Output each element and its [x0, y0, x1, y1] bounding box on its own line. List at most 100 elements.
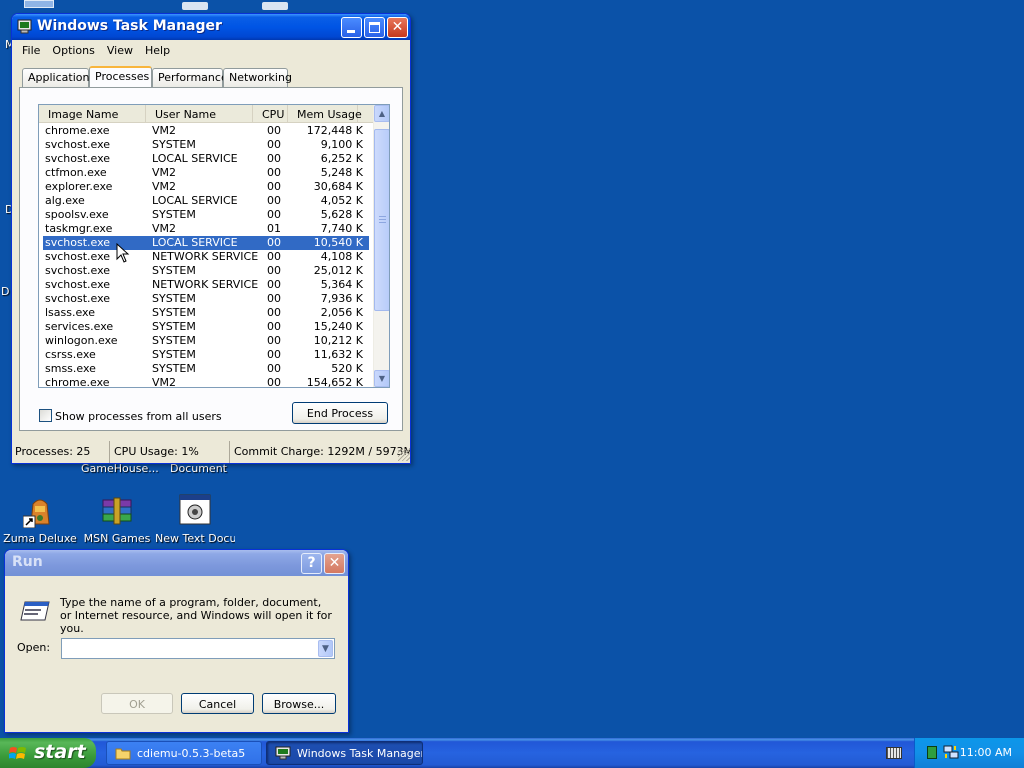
open-label: Open: [17, 641, 51, 654]
process-image-name: chrome.exe [45, 376, 110, 387]
process-list[interactable]: Image Name User Name CPU Mem Usage chrom… [38, 104, 390, 388]
table-row[interactable]: winlogon.exe SYSTEM 00 10,212 K [39, 334, 373, 348]
close-button[interactable]: ✕ [387, 17, 408, 38]
scroll-down-button[interactable]: ▼ [374, 370, 389, 387]
column-header-mem-usage[interactable]: Mem Usage [288, 105, 362, 123]
process-rows: chrome.exe VM2 00 172,448 K svchost.exe SYSTE… [39, 124, 373, 387]
table-row[interactable]: svchost.exe NETWORK SERVICE 00 5,364 K [39, 278, 373, 292]
process-image-name: ctfmon.exe [45, 166, 107, 179]
process-user-name: VM2 [152, 124, 177, 137]
network-icon[interactable] [943, 745, 959, 760]
table-row[interactable]: smss.exe SYSTEM 00 520 K [39, 362, 373, 376]
process-mem-usage: 520 K [331, 362, 363, 375]
scroll-grip [379, 219, 386, 220]
table-row[interactable]: svchost.exe LOCAL SERVICE 00 6,252 K [39, 152, 373, 166]
table-row[interactable]: svchost.exe NETWORK SERVICE 00 4,108 K [39, 250, 373, 264]
help-button[interactable]: ? [301, 553, 322, 574]
table-row[interactable]: chrome.exe VM2 00 154,652 K [39, 376, 373, 387]
taskbar-button-cdiemu[interactable]: cdiemu-0.5.3-beta5 [106, 741, 262, 765]
tab-applications[interactable]: Applications [22, 68, 95, 87]
desktop-icon-new-text-document[interactable]: Run New Text Document [155, 494, 235, 545]
table-row[interactable]: svchost.exe SYSTEM 00 25,012 K [39, 264, 373, 278]
menu-file[interactable]: File [16, 42, 46, 59]
process-cpu: 00 [267, 348, 281, 361]
desktop-icon-msn-games[interactable]: MSN Games [77, 494, 157, 545]
scroll-up-button[interactable]: ▲ [374, 105, 389, 122]
cancel-button[interactable]: Cancel [181, 693, 254, 714]
process-mem-usage: 7,740 K [320, 222, 363, 235]
tab-performance[interactable]: Performance [152, 68, 228, 87]
status-commit-charge: Commit Charge: 1292M / 5973M [234, 445, 411, 458]
task-manager-window: Windows Task Manager ✕ File Options View He… [11, 13, 411, 464]
end-process-button[interactable]: End Process [292, 402, 388, 424]
maximize-button[interactable] [364, 17, 385, 38]
ok-button[interactable]: OK [101, 693, 173, 714]
run-dialog-titlebar[interactable]: Run ? ✕ [5, 550, 348, 576]
open-combobox[interactable]: ▼ [61, 638, 335, 659]
partial-desktop-icon[interactable] [262, 2, 288, 10]
process-user-name: SYSTEM [152, 208, 196, 221]
table-row[interactable]: spoolsv.exe SYSTEM 00 5,628 K [39, 208, 373, 222]
column-header-user-name[interactable]: User Name [146, 105, 253, 123]
desktop-icon-zuma-deluxe[interactable]: Zuma Deluxe [0, 494, 80, 545]
process-mem-usage: 154,652 K [306, 376, 363, 387]
process-image-name: smss.exe [45, 362, 96, 375]
table-row[interactable]: taskmgr.exe VM2 01 7,740 K [39, 222, 373, 236]
table-row[interactable]: explorer.exe VM2 00 30,684 K [39, 180, 373, 194]
resize-grip-icon[interactable] [398, 449, 410, 461]
menu-options[interactable]: Options [46, 42, 100, 59]
process-user-name: SYSTEM [152, 320, 196, 333]
show-all-users-checkbox[interactable] [39, 409, 52, 422]
process-mem-usage: 7,936 K [320, 292, 363, 305]
process-mem-usage: 2,056 K [320, 306, 363, 319]
run-close-button[interactable]: ✕ [324, 553, 345, 574]
process-cpu: 00 [267, 376, 281, 387]
show-all-users-label[interactable]: Show processes from all users [55, 410, 222, 423]
process-image-name: services.exe [45, 320, 114, 333]
process-cpu: 00 [267, 362, 281, 375]
minimize-button[interactable] [341, 17, 362, 38]
tray-app-icon[interactable] [927, 746, 937, 759]
table-row[interactable]: services.exe SYSTEM 00 15,240 K [39, 320, 373, 334]
task-manager-titlebar[interactable]: Windows Task Manager ✕ [12, 14, 410, 40]
table-row[interactable]: svchost.exe SYSTEM 00 7,936 K [39, 292, 373, 306]
process-image-name: svchost.exe [45, 278, 111, 291]
column-header-image-name[interactable]: Image Name [39, 105, 146, 123]
process-mem-usage: 4,052 K [320, 194, 363, 207]
browse-button[interactable]: Browse... [262, 693, 336, 714]
open-input[interactable] [65, 642, 315, 655]
table-row[interactable]: ctfmon.exe VM2 00 5,248 K [39, 166, 373, 180]
scroll-grip [379, 222, 386, 223]
table-row[interactable]: alg.exe LOCAL SERVICE 00 4,052 K [39, 194, 373, 208]
process-list-scrollbar[interactable]: ▲ ▼ [373, 105, 389, 387]
column-header-cpu[interactable]: CPU [253, 105, 288, 123]
partial-desktop-icon[interactable] [182, 2, 208, 10]
scroll-thumb[interactable] [374, 129, 389, 311]
process-cpu: 00 [267, 250, 281, 263]
start-button[interactable]: start [0, 738, 96, 768]
process-image-name: lsass.exe [45, 306, 95, 319]
table-row[interactable]: svchost.exe SYSTEM 00 9,100 K [39, 138, 373, 152]
close-icon: ✕ [391, 19, 404, 35]
table-row[interactable]: chrome.exe VM2 00 172,448 K [39, 124, 373, 138]
table-row[interactable]: lsass.exe SYSTEM 00 2,056 K [39, 306, 373, 320]
process-mem-usage: 11,632 K [313, 348, 363, 361]
menu-view[interactable]: View [101, 42, 139, 59]
tab-networking[interactable]: Networking [223, 68, 292, 87]
keyboard-icon[interactable] [886, 747, 902, 759]
mouse-cursor-icon [116, 242, 130, 263]
menu-help[interactable]: Help [139, 42, 176, 59]
table-row[interactable]: csrss.exe SYSTEM 00 11,632 K [39, 348, 373, 362]
run-dialog-title: Run [12, 554, 43, 570]
tab-processes[interactable]: Processes [89, 66, 152, 87]
taskbar-button-task-manager[interactable]: Windows Task Manager [266, 741, 423, 765]
open-dropdown-button[interactable]: ▼ [318, 640, 333, 657]
process-cpu: 00 [267, 334, 281, 347]
status-bar: Processes: 25 CPU Usage: 1% Commit Charg… [12, 441, 411, 463]
partial-desktop-icon[interactable] [24, 0, 54, 8]
status-cpu-usage: CPU Usage: 1% [111, 441, 230, 463]
process-user-name: LOCAL SERVICE [152, 236, 238, 249]
process-cpu: 00 [267, 124, 281, 137]
process-cpu: 01 [267, 222, 281, 235]
table-row-selected[interactable]: svchost.exe LOCAL SERVICE 00 10,540 K [43, 236, 369, 250]
